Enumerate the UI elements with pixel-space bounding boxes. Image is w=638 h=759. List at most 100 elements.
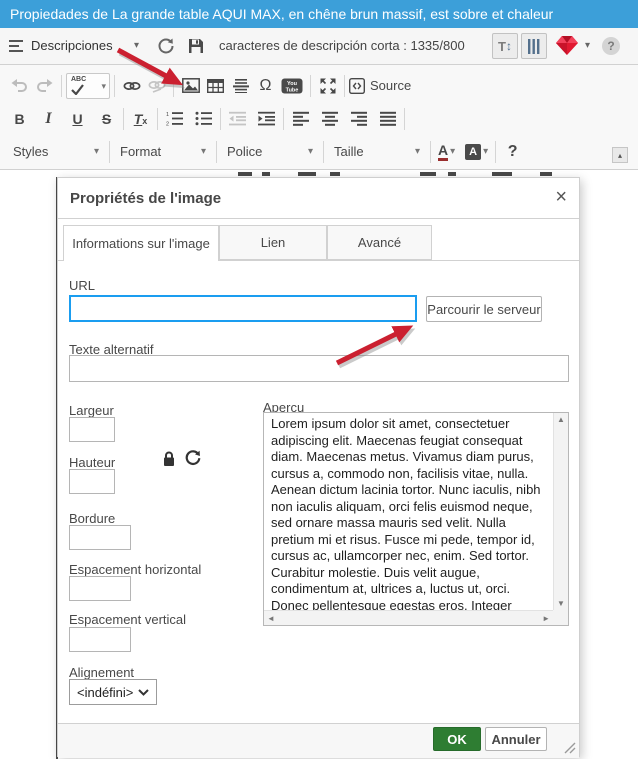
url-label: URL bbox=[69, 278, 95, 293]
about-button[interactable]: ? bbox=[500, 140, 525, 164]
vspace-label: Espacement vertical bbox=[69, 612, 186, 627]
separator bbox=[123, 108, 124, 130]
hspace-label: Espacement horizontal bbox=[69, 562, 201, 577]
clipped-content-fragment bbox=[330, 172, 340, 176]
align-center-icon[interactable] bbox=[317, 107, 342, 131]
horizontal-rule-icon[interactable] bbox=[228, 74, 253, 98]
columns-button[interactable] bbox=[521, 33, 547, 59]
size-dropdown[interactable]: Taille ▾ bbox=[328, 140, 426, 164]
caret-down-icon: ▾ bbox=[308, 146, 313, 157]
align-right-icon[interactable] bbox=[346, 107, 371, 131]
menu-icon[interactable] bbox=[9, 39, 25, 53]
unlink-icon[interactable] bbox=[144, 74, 169, 98]
border-input[interactable] bbox=[69, 525, 131, 550]
table-icon[interactable] bbox=[203, 74, 228, 98]
tab-advanced[interactable]: Avancé bbox=[327, 225, 432, 260]
separator bbox=[173, 75, 174, 97]
cancel-button[interactable]: Annuler bbox=[485, 727, 547, 751]
strikethrough-button[interactable]: S bbox=[94, 107, 119, 131]
clipped-content-fragment bbox=[448, 172, 456, 176]
ok-button[interactable]: OK bbox=[433, 727, 481, 751]
scroll-left-icon[interactable]: ◄ bbox=[267, 614, 275, 623]
scrollbar-corner bbox=[553, 610, 568, 625]
text-resize-button[interactable]: T ↕ bbox=[492, 33, 518, 59]
vertical-scrollbar[interactable]: ▲ ▼ bbox=[553, 413, 568, 610]
app-toolbar: Descripciones ▾ caracteres de descripció… bbox=[0, 28, 638, 64]
alignment-label: Alignement bbox=[69, 665, 134, 680]
spellcheck-button[interactable]: ABC ▾ bbox=[66, 73, 110, 99]
redo-icon[interactable] bbox=[32, 74, 57, 98]
editor-toolbar-row-1: ABC ▾ bbox=[0, 69, 638, 102]
refresh-icon[interactable] bbox=[157, 37, 175, 55]
width-input[interactable] bbox=[69, 417, 115, 442]
alignment-select[interactable]: <indéfini> bbox=[69, 679, 157, 705]
caret-down-icon: ▾ bbox=[415, 146, 420, 157]
descriptions-caret-icon[interactable]: ▾ bbox=[134, 28, 139, 64]
page: Propiedades de La grande table AQUI MAX,… bbox=[0, 0, 638, 759]
svg-text:2: 2 bbox=[166, 122, 169, 127]
gem-caret-icon[interactable]: ▾ bbox=[585, 28, 590, 64]
svg-text:1: 1 bbox=[166, 112, 169, 118]
close-icon[interactable]: × bbox=[555, 186, 567, 208]
ordered-list-icon[interactable]: 1 2 bbox=[162, 107, 187, 131]
toolbar-collapse-button[interactable]: ▴ bbox=[612, 147, 628, 163]
help-icon[interactable]: ? bbox=[602, 37, 620, 55]
format-dropdown[interactable]: Format ▾ bbox=[114, 140, 212, 164]
clipped-content-fragment bbox=[262, 172, 270, 176]
text-color-button[interactable]: A ▾ bbox=[435, 143, 458, 161]
save-icon[interactable] bbox=[188, 38, 204, 54]
maximize-icon[interactable] bbox=[315, 74, 340, 98]
editor-toolbar-row-2: B I U S T x 1 2 bbox=[0, 102, 638, 135]
reset-size-icon[interactable] bbox=[185, 450, 201, 466]
preview-text: Lorem ipsum dolor sit amet, consectetuer… bbox=[264, 413, 553, 610]
outdent-icon[interactable] bbox=[225, 107, 250, 131]
separator bbox=[157, 108, 158, 130]
alignment-value: <indéfini> bbox=[77, 685, 133, 700]
horizontal-scrollbar[interactable]: ◄ ► bbox=[264, 610, 553, 625]
height-label: Hauteur bbox=[69, 455, 115, 470]
clipped-content-fragment bbox=[540, 172, 552, 176]
separator bbox=[220, 108, 221, 130]
separator bbox=[323, 141, 324, 163]
image-icon[interactable] bbox=[178, 74, 203, 98]
caret-down-icon: ▾ bbox=[94, 146, 99, 157]
remove-format-button[interactable]: T x bbox=[128, 107, 153, 131]
indent-icon[interactable] bbox=[254, 107, 279, 131]
scroll-up-icon[interactable]: ▲ bbox=[557, 415, 565, 424]
scroll-down-icon[interactable]: ▼ bbox=[557, 599, 565, 608]
separator bbox=[283, 108, 284, 130]
scroll-right-icon[interactable]: ► bbox=[542, 614, 550, 623]
browse-server-button[interactable]: Parcourir le serveur bbox=[426, 296, 542, 322]
undo-icon[interactable] bbox=[7, 74, 32, 98]
dialog-header: Propriétés de l'image × bbox=[58, 178, 579, 219]
svg-text:You: You bbox=[287, 81, 297, 87]
height-input[interactable] bbox=[69, 469, 115, 494]
youtube-icon[interactable]: You Tube bbox=[278, 74, 306, 98]
separator bbox=[430, 141, 431, 163]
bg-color-button[interactable]: A ▾ bbox=[462, 144, 491, 160]
gem-icon[interactable] bbox=[555, 35, 579, 56]
underline-button[interactable]: U bbox=[65, 107, 90, 131]
vspace-input[interactable] bbox=[69, 627, 131, 652]
url-input[interactable] bbox=[69, 295, 417, 322]
separator bbox=[61, 75, 62, 97]
source-button[interactable]: Source bbox=[349, 78, 411, 94]
bulleted-list-icon[interactable] bbox=[191, 107, 216, 131]
bold-button[interactable]: B bbox=[7, 107, 32, 131]
tab-link[interactable]: Lien bbox=[219, 225, 327, 260]
source-icon bbox=[349, 78, 365, 94]
align-left-icon[interactable] bbox=[288, 107, 313, 131]
tab-image-info[interactable]: Informations sur l'image bbox=[63, 225, 219, 261]
link-icon[interactable] bbox=[119, 74, 144, 98]
font-dropdown[interactable]: Police ▾ bbox=[221, 140, 319, 164]
special-char-icon[interactable]: Ω bbox=[253, 74, 278, 98]
italic-button[interactable]: I bbox=[36, 107, 61, 131]
window-titlebar: Propiedades de La grande table AQUI MAX,… bbox=[0, 0, 638, 28]
lock-ratio-icon[interactable] bbox=[162, 450, 176, 467]
alt-text-input[interactable] bbox=[69, 355, 569, 382]
styles-dropdown[interactable]: Styles ▾ bbox=[7, 140, 105, 164]
resize-handle[interactable] bbox=[563, 741, 576, 754]
hspace-input[interactable] bbox=[69, 576, 131, 601]
align-justify-icon[interactable] bbox=[375, 107, 400, 131]
descriptions-menu-label[interactable]: Descripciones bbox=[31, 28, 113, 64]
